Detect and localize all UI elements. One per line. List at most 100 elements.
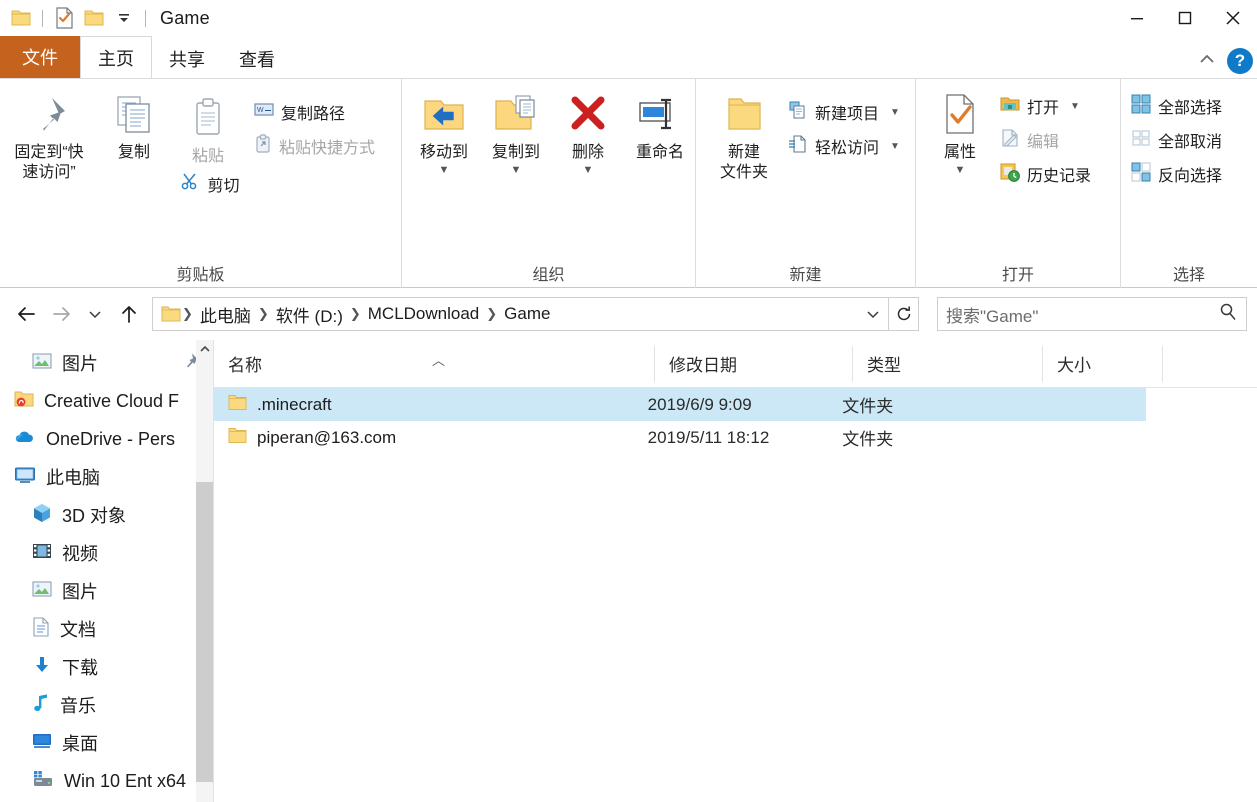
- column-headers: 名称 ︿ 修改日期 类型 大小: [214, 340, 1257, 388]
- this-pc-icon: [14, 466, 36, 489]
- column-header-date-label: 修改日期: [669, 356, 737, 375]
- refresh-button[interactable]: [889, 297, 919, 331]
- minimize-button[interactable]: [1113, 0, 1161, 36]
- 3d-objects-icon: [32, 503, 52, 528]
- sidebar-item-downloads[interactable]: 下载: [0, 648, 213, 686]
- sidebar-item-onedrive[interactable]: OneDrive - Pers: [0, 420, 213, 458]
- breadcrumb-item-1[interactable]: 软件 (D:): [270, 302, 349, 327]
- new-folder-icon: [721, 85, 767, 143]
- paste-button[interactable]: 粘贴: [170, 89, 246, 167]
- scrollbar-thumb[interactable]: [196, 482, 213, 782]
- column-header-name[interactable]: 名称 ︿: [214, 346, 654, 382]
- sidebar-item-this-pc[interactable]: 此电脑: [0, 458, 213, 496]
- select-small-buttons: 全部选择 全部取消 反向选择: [1127, 85, 1226, 191]
- copy-path-button[interactable]: W 复制路径: [250, 95, 379, 129]
- delete-button[interactable]: 删除 ▼: [552, 85, 624, 175]
- ribbon-group-new: 新建 文件夹 新建项目 ▼ 轻松访问 ▼ 新建: [696, 79, 916, 288]
- address-folder-icon: [161, 305, 181, 323]
- sidebar-item-desktop[interactable]: 桌面: [0, 724, 213, 762]
- navigation-scrollbar[interactable]: [196, 340, 213, 802]
- new-item-icon: [788, 100, 808, 125]
- move-to-button[interactable]: 移动到 ▼: [408, 85, 480, 175]
- sidebar-item-label: 视频: [62, 544, 98, 564]
- breadcrumb-item-3[interactable]: Game: [498, 304, 556, 324]
- sidebar-item-3d-objects[interactable]: 3D 对象: [0, 496, 213, 534]
- close-button[interactable]: [1209, 0, 1257, 36]
- search-input[interactable]: 搜索"Game": [946, 302, 1218, 327]
- copy-to-button[interactable]: 复制到 ▼: [480, 85, 552, 175]
- rename-icon: [636, 85, 684, 143]
- tab-file[interactable]: 文件: [0, 36, 80, 78]
- sidebar-item-pictures-quick[interactable]: 图片: [0, 344, 213, 382]
- help-icon[interactable]: ?: [1227, 48, 1253, 74]
- up-button[interactable]: [112, 297, 146, 331]
- collapse-ribbon-chevron-icon[interactable]: [1197, 51, 1217, 72]
- new-item-button[interactable]: 新建项目 ▼: [784, 95, 904, 129]
- music-icon: [32, 693, 50, 718]
- sidebar-item-music[interactable]: 音乐: [0, 686, 213, 724]
- sidebar-item-pictures[interactable]: 图片: [0, 572, 213, 610]
- qat-customize-dropdown-icon[interactable]: [109, 3, 139, 33]
- recent-locations-button[interactable]: [78, 297, 112, 331]
- forward-button[interactable]: [44, 297, 78, 331]
- column-header-size[interactable]: 大小: [1042, 345, 1162, 382]
- qat-new-folder-icon[interactable]: [79, 3, 109, 33]
- properties-button[interactable]: 属性 ▼: [924, 85, 996, 175]
- search-box[interactable]: 搜索"Game": [937, 297, 1247, 331]
- qat-properties-icon[interactable]: [49, 3, 79, 33]
- sidebar-item-documents[interactable]: 文档: [0, 610, 213, 648]
- move-to-label: 移动到: [419, 144, 468, 161]
- main-area: 图片 Creative Cloud F OneDrive - Pers 此电脑 …: [0, 340, 1257, 802]
- properties-caret-icon[interactable]: ▼: [955, 164, 966, 175]
- ribbon-group-organize: 移动到 ▼ 复制到 ▼ 删除 ▼ 重命名 组织: [402, 79, 696, 288]
- column-header-type[interactable]: 类型: [852, 345, 1042, 382]
- sidebar-item-videos[interactable]: 视频: [0, 534, 213, 572]
- table-row[interactable]: piperan@163.com 2019/5/11 18:12 文件夹: [214, 421, 1146, 454]
- tab-share[interactable]: 共享: [152, 40, 222, 78]
- column-header-name-label: 名称: [228, 356, 262, 375]
- address-path-box[interactable]: ❯ 此电脑 ❯ 软件 (D:) ❯ MCLDownload ❯ Game: [152, 297, 889, 331]
- scroll-up-button[interactable]: [196, 340, 213, 357]
- open-button[interactable]: 打开 ▼: [996, 89, 1095, 123]
- move-to-caret-icon[interactable]: ▼: [439, 164, 450, 175]
- breadcrumb-sep-0: ❯: [182, 306, 193, 321]
- copy-to-icon: [492, 85, 540, 143]
- select-none-button[interactable]: 全部取消: [1127, 123, 1226, 157]
- breadcrumb-item-0[interactable]: 此电脑: [194, 302, 257, 327]
- easy-access-button[interactable]: 轻松访问 ▼: [784, 129, 904, 163]
- sidebar-item-win10-drive[interactable]: Win 10 Ent x64: [0, 762, 213, 800]
- new-folder-button[interactable]: 新建 文件夹: [704, 85, 784, 182]
- column-header-spacer: [1162, 345, 1257, 382]
- file-type-cell: 文件夹: [842, 397, 894, 416]
- breadcrumb-item-2[interactable]: MCLDownload: [362, 304, 486, 324]
- sidebar-item-label: 3D 对象: [62, 506, 127, 526]
- back-button[interactable]: [10, 297, 44, 331]
- invert-selection-button[interactable]: 反向选择: [1127, 157, 1226, 191]
- history-button[interactable]: 历史记录: [996, 157, 1095, 191]
- maximize-button[interactable]: [1161, 0, 1209, 36]
- open-small-buttons: 打开 ▼ 编辑 历史记录: [996, 85, 1095, 191]
- folder-icon: [228, 394, 247, 416]
- sidebar-item-creative-cloud[interactable]: Creative Cloud F: [0, 382, 213, 420]
- tab-home[interactable]: 主页: [80, 36, 152, 78]
- ribbon-group-new-label: 新建: [789, 267, 822, 284]
- delete-caret-icon[interactable]: ▼: [583, 164, 594, 175]
- navigation-pane: 图片 Creative Cloud F OneDrive - Pers 此电脑 …: [0, 340, 213, 802]
- rename-button[interactable]: 重命名: [624, 85, 696, 163]
- easy-access-caret-icon[interactable]: ▼: [890, 141, 900, 152]
- cut-label: 剪切: [207, 177, 240, 195]
- address-dropdown-icon[interactable]: [860, 298, 886, 330]
- copy-to-caret-icon[interactable]: ▼: [511, 164, 522, 175]
- new-item-caret-icon[interactable]: ▼: [890, 107, 900, 118]
- pin-to-quick-access-button[interactable]: 固定到“快 速访问”: [0, 85, 98, 182]
- open-caret-icon[interactable]: ▼: [1070, 101, 1080, 112]
- table-row[interactable]: .minecraft 2019/6/9 9:09 文件夹: [214, 388, 1146, 421]
- sidebar-item-label: Win 10 Ent x64: [64, 770, 187, 791]
- tab-view[interactable]: 查看: [222, 40, 292, 78]
- cut-button[interactable]: 剪切: [170, 167, 250, 201]
- copy-button[interactable]: 复制: [98, 85, 170, 163]
- search-icon[interactable]: [1218, 302, 1238, 327]
- column-header-date[interactable]: 修改日期: [654, 345, 852, 382]
- qat-folder-icon[interactable]: [6, 3, 36, 33]
- select-all-button[interactable]: 全部选择: [1127, 89, 1226, 123]
